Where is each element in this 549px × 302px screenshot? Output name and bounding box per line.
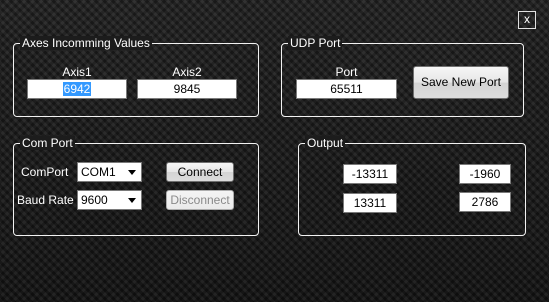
com-port-group-title: Com Port — [20, 136, 75, 150]
comport-label: ComPort — [21, 165, 69, 179]
output-group-title: Output — [305, 136, 346, 150]
axis1-value: 6942 — [62, 82, 92, 96]
chevron-down-icon[interactable] — [128, 170, 136, 175]
axis2-field[interactable]: 9845 — [137, 79, 237, 99]
udp-port-group-title: UDP Port — [288, 36, 343, 50]
axis1-field[interactable]: 6942 — [27, 79, 127, 99]
output-value-2: -1960 — [459, 164, 511, 184]
port-field[interactable]: 65511 — [296, 79, 397, 99]
baud-rate-select[interactable]: 9600 — [77, 190, 142, 210]
save-new-port-button[interactable]: Save New Port — [413, 66, 509, 99]
output-value-4: 2786 — [459, 192, 511, 212]
axes-group-title: Axes Incomming Values — [20, 36, 152, 50]
disconnect-button[interactable]: Disconnect — [166, 190, 234, 210]
chevron-down-icon[interactable] — [128, 198, 136, 203]
port-label: Port — [335, 65, 358, 79]
connect-button[interactable]: Connect — [166, 162, 234, 182]
baud-rate-selected-value: 9600 — [81, 193, 108, 207]
comport-select[interactable]: COM1 — [77, 162, 142, 182]
axis2-label: Axis2 — [172, 65, 202, 79]
baud-rate-label: Baud Rate — [17, 193, 74, 207]
output-group: Output — [298, 136, 526, 236]
output-value-3: 13311 — [343, 193, 397, 213]
output-value-1: -13311 — [343, 164, 397, 184]
close-icon[interactable]: x — [518, 11, 536, 29]
comport-selected-value: COM1 — [81, 165, 116, 179]
axis1-label: Axis1 — [62, 65, 92, 79]
